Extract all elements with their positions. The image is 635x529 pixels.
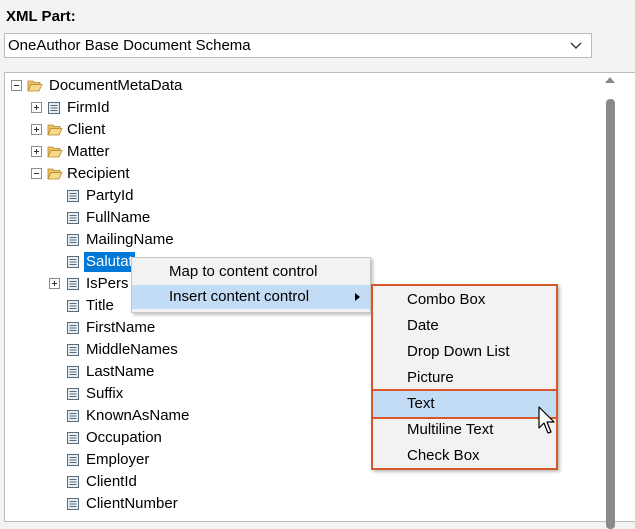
expand-icon[interactable] <box>49 278 60 289</box>
tree-node-occupation[interactable]: Occupation <box>65 428 265 448</box>
element-icon <box>67 454 79 466</box>
collapse-icon[interactable] <box>11 80 22 91</box>
tree-node-label: Matter <box>67 143 110 160</box>
tree-node-label-selected: Salutat <box>84 252 135 272</box>
submenu-item-text[interactable]: Text <box>371 389 558 419</box>
tree-node-root[interactable]: DocumentMetaData <box>9 76 309 96</box>
menu-item-label: Multiline Text <box>407 421 494 438</box>
chevron-down-icon <box>570 42 582 49</box>
element-icon <box>67 190 79 202</box>
folder-open-icon <box>47 124 63 136</box>
scroll-thumb[interactable] <box>606 99 615 529</box>
content-control-submenu: Combo Box Date Drop Down List Picture Te… <box>371 284 558 470</box>
menu-item-label: Combo Box <box>407 291 486 308</box>
element-icon <box>67 410 79 422</box>
tree-node-mailingname[interactable]: MailingName <box>65 230 265 250</box>
tree-node-label: ClientNumber <box>86 495 178 512</box>
element-icon <box>48 102 60 114</box>
expand-icon[interactable] <box>31 102 42 113</box>
element-icon <box>67 388 79 400</box>
tree-node-matter[interactable]: Matter <box>29 142 229 162</box>
tree-node-clientnumber[interactable]: ClientNumber <box>65 494 265 514</box>
tree-node-label: FirstName <box>86 319 156 336</box>
folder-open-icon <box>47 146 63 158</box>
element-icon <box>67 278 79 290</box>
menu-item-map-to-content-control[interactable]: Map to content control <box>132 260 370 284</box>
tree-node-label: Suffix <box>86 385 124 402</box>
menu-item-label: Check Box <box>407 447 480 464</box>
folder-open-icon <box>47 168 63 180</box>
xml-part-label: XML Part: <box>6 8 76 25</box>
tree-node-partyid[interactable]: PartyId <box>65 186 265 206</box>
menu-item-label: Date <box>407 317 439 334</box>
tree-node-label: LastName <box>86 363 155 380</box>
element-icon <box>67 256 79 268</box>
element-icon <box>67 300 79 312</box>
tree-node-label: Title <box>86 297 114 314</box>
tree-node-middlenames[interactable]: MiddleNames <box>65 340 265 360</box>
submenu-item-drop-down-list[interactable]: Drop Down List <box>373 339 556 365</box>
element-icon <box>67 498 79 510</box>
tree-node-label: FullName <box>86 209 151 226</box>
element-icon <box>67 476 79 488</box>
tree-node-label: KnownAsName <box>86 407 190 424</box>
tree-node-label: IsPers <box>86 275 129 292</box>
element-icon <box>67 212 79 224</box>
collapse-icon[interactable] <box>31 168 42 179</box>
expand-icon[interactable] <box>31 146 42 157</box>
tree-node-suffix[interactable]: Suffix <box>65 384 265 404</box>
tree-node-lastname[interactable]: LastName <box>65 362 265 382</box>
element-icon <box>67 344 79 356</box>
scroll-up-icon[interactable] <box>605 77 615 83</box>
element-icon <box>67 322 79 334</box>
tree-node-firstname[interactable]: FirstName <box>65 318 265 338</box>
tree-node-client[interactable]: Client <box>29 120 229 140</box>
tree-node-label: Recipient <box>67 165 130 182</box>
tree-node-label: MiddleNames <box>86 341 178 358</box>
tree-node-label: Employer <box>86 451 150 468</box>
menu-item-label: Map to content control <box>169 263 318 280</box>
tree-node-label: Occupation <box>86 429 162 446</box>
mouse-cursor-icon <box>538 406 555 434</box>
tree-node-firmid[interactable]: FirmId <box>29 98 229 118</box>
tree-node-label: ClientId <box>86 473 137 490</box>
tree-node-label: FirmId <box>67 99 110 116</box>
element-icon <box>67 366 79 378</box>
tree-node-label: DocumentMetaData <box>49 77 183 94</box>
submenu-item-picture[interactable]: Picture <box>373 365 556 391</box>
submenu-item-multiline-text[interactable]: Multiline Text <box>373 417 556 443</box>
xml-part-select-value: OneAuthor Base Document Schema <box>8 37 251 54</box>
xml-part-select[interactable]: OneAuthor Base Document Schema <box>4 33 592 58</box>
element-icon <box>67 432 79 444</box>
folder-open-icon <box>27 80 43 92</box>
submenu-item-combo-box[interactable]: Combo Box <box>373 287 556 313</box>
tree-node-knownasname[interactable]: KnownAsName <box>65 406 265 426</box>
tree-node-label: MailingName <box>86 231 174 248</box>
tree-node-label: Client <box>67 121 106 138</box>
element-icon <box>67 234 79 246</box>
submenu-item-check-box[interactable]: Check Box <box>373 443 556 469</box>
menu-item-insert-content-control[interactable]: Insert content control <box>132 285 370 309</box>
menu-item-label: Picture <box>407 369 454 386</box>
tree-node-fullname[interactable]: FullName <box>65 208 265 228</box>
submenu-arrow-icon <box>355 293 360 301</box>
expand-icon[interactable] <box>31 124 42 135</box>
menu-item-label: Text <box>407 395 435 412</box>
menu-item-label: Drop Down List <box>407 343 510 360</box>
submenu-item-date[interactable]: Date <box>373 313 556 339</box>
tree-node-recipient[interactable]: Recipient <box>29 164 229 184</box>
context-menu: Map to content control Insert content co… <box>131 257 371 313</box>
tree-node-label: PartyId <box>86 187 134 204</box>
menu-item-label: Insert content control <box>169 288 310 305</box>
tree-node-clientid[interactable]: ClientId <box>65 472 265 492</box>
tree-node-employer[interactable]: Employer <box>65 450 265 470</box>
